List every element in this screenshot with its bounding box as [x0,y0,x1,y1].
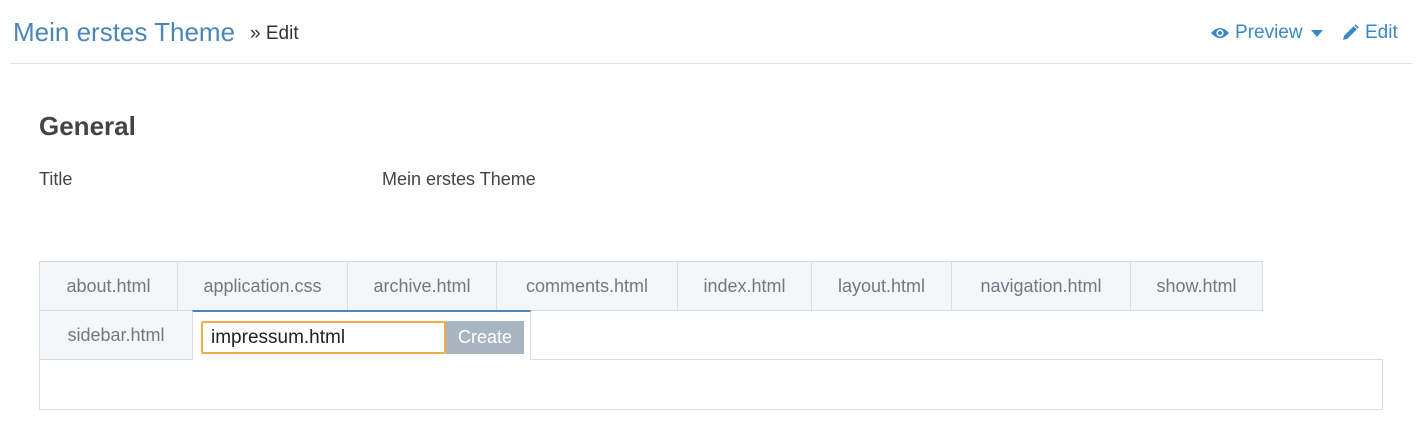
tab-about-html[interactable]: about.html [39,261,178,311]
tab-archive-html[interactable]: archive.html [347,261,497,311]
theme-title-link[interactable]: Mein erstes Theme [13,17,235,48]
tab-navigation-html[interactable]: navigation.html [951,261,1131,311]
tab-content-panel [39,359,1383,410]
tab-layout-html[interactable]: layout.html [811,261,952,311]
tab-show-html[interactable]: show.html [1130,261,1263,311]
create-file-button[interactable]: Create [446,321,524,354]
title-field-label: Title [39,169,73,189]
edit-label: Edit [1365,22,1398,43]
tab-sidebar-html[interactable]: sidebar.html [39,310,193,360]
new-file-name-input[interactable] [201,321,446,354]
eye-icon [1210,26,1230,40]
tab-new-file: Create [192,310,531,360]
tab-index-html[interactable]: index.html [677,261,812,311]
breadcrumb-current: Edit [265,23,299,44]
preview-dropdown[interactable]: Preview [1210,22,1323,44]
pencil-icon [1341,24,1359,42]
section-heading-general: General [39,111,136,141]
breadcrumb-separator: » [250,23,261,44]
preview-label: Preview [1235,22,1303,43]
page-header: Mein erstes Theme » Edit Preview Edit [10,0,1412,64]
edit-link[interactable]: Edit [1341,22,1398,44]
breadcrumb: » Edit [250,23,299,45]
tab-application-css[interactable]: application.css [177,261,348,311]
tab-comments-html[interactable]: comments.html [496,261,678,311]
title-field-value: Mein erstes Theme [382,169,536,189]
caret-down-icon [1310,29,1323,37]
